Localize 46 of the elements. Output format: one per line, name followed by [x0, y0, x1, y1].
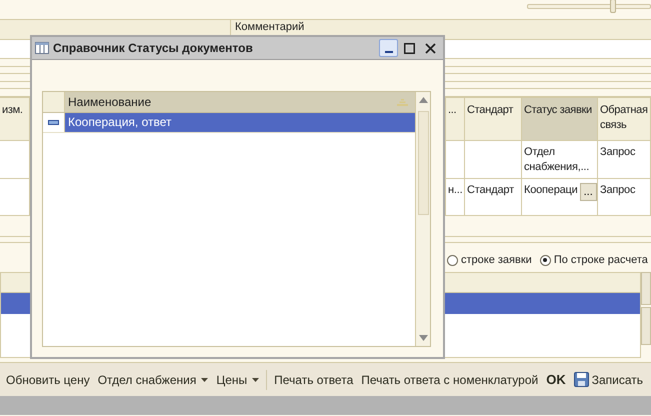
- caret-icon: [201, 378, 208, 382]
- caret-icon: [252, 378, 260, 382]
- table-cell: Отдел снабжения,...: [522, 141, 598, 179]
- table-cell: н...: [446, 179, 465, 216]
- table-icon: [35, 42, 49, 54]
- minimize-icon: [384, 51, 392, 53]
- slider-thumb[interactable]: [610, 0, 616, 13]
- minimize-button[interactable]: [379, 39, 398, 57]
- radio-button[interactable]: [447, 254, 458, 266]
- window-title: Справочник Статусы документов: [53, 41, 254, 55]
- scroll-down-icon[interactable]: [418, 335, 428, 341]
- comment-label: Комментарий: [234, 20, 304, 35]
- choice-button[interactable]: ...: [580, 183, 597, 201]
- list-item[interactable]: Кооперация, ответ: [65, 113, 415, 132]
- save-icon: [574, 372, 589, 387]
- close-icon: [425, 42, 436, 54]
- toolbar-button[interactable]: Печать ответа: [270, 372, 358, 386]
- radio-label: строке заявки: [461, 254, 532, 266]
- item-icon: [48, 120, 59, 125]
- column-header[interactable]: Стандарт: [465, 98, 522, 141]
- maximize-icon: [404, 42, 415, 54]
- column-header[interactable]: изм.: [0, 98, 30, 141]
- sort-icon: [397, 98, 408, 106]
- menu-button[interactable]: Отдел снабжения: [94, 372, 212, 386]
- column-header[interactable]: ...: [446, 98, 465, 141]
- toolbar-button[interactable]: Печать ответа с номенклатурой: [357, 372, 542, 386]
- toolbar-separator: [266, 370, 268, 390]
- table-cell: Стандарт: [465, 179, 522, 216]
- table-cell: [465, 141, 522, 179]
- radio-button[interactable]: [540, 254, 551, 266]
- scrollbar[interactable]: [415, 92, 430, 346]
- cell-text: Коопераци: [524, 183, 578, 198]
- table-cell: Запрос: [598, 141, 651, 179]
- toolbar-button[interactable]: Обновить цену: [2, 372, 94, 386]
- table-cell: [0, 141, 30, 179]
- menu-button[interactable]: Цены: [212, 372, 264, 386]
- zoom-slider[interactable]: [527, 1, 651, 11]
- table-cell: [446, 141, 465, 179]
- column-header[interactable]: Статус заявки: [522, 98, 598, 141]
- table-cell: Запрос: [598, 179, 651, 216]
- save-button[interactable]: Записать: [570, 372, 647, 387]
- ok-button[interactable]: OK: [542, 372, 570, 387]
- radio-option[interactable]: строке заявки: [447, 254, 532, 266]
- scroll-up-icon[interactable]: [418, 97, 428, 103]
- column-header[interactable]: Обратная связь: [598, 98, 651, 141]
- table-cell: [0, 179, 30, 216]
